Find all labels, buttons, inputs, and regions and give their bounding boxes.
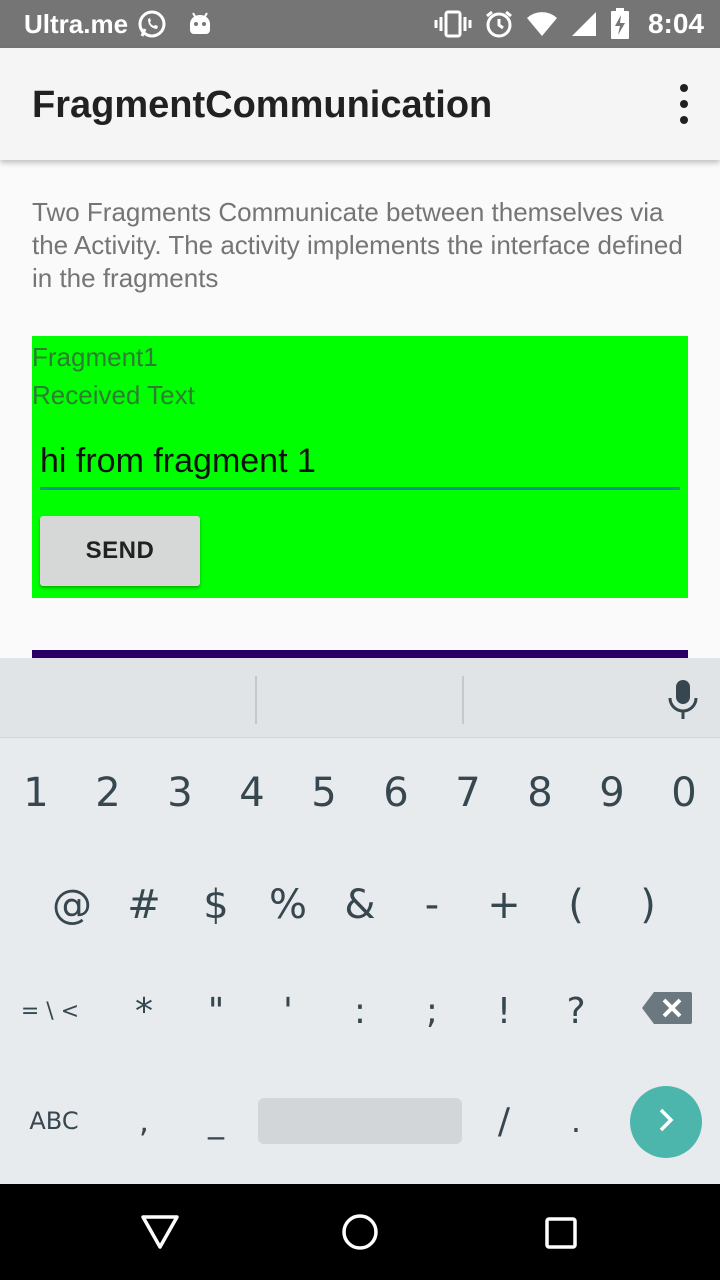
key-2[interactable]: 2 xyxy=(72,758,144,828)
key-1[interactable]: 1 xyxy=(0,758,72,828)
key-more-symbols[interactable]: = \ < xyxy=(14,976,86,1046)
vibrate-icon xyxy=(434,9,472,39)
signal-icon xyxy=(570,10,598,38)
key-single-quote[interactable]: ' xyxy=(252,976,324,1046)
key-close-paren[interactable]: ) xyxy=(612,870,684,940)
key-percent[interactable]: % xyxy=(252,870,324,940)
enter-button[interactable] xyxy=(630,1086,702,1158)
chevron-right-icon xyxy=(656,1107,676,1138)
whatsapp-icon xyxy=(136,8,168,40)
home-icon[interactable] xyxy=(340,1212,380,1257)
key-semicolon[interactable]: ; xyxy=(396,976,468,1046)
status-bar: Ultra.me 8:04 xyxy=(0,0,720,48)
key-abc[interactable]: ABC xyxy=(14,1086,94,1156)
suggestion-divider xyxy=(255,676,257,724)
suggestion-divider xyxy=(462,676,464,724)
key-comma[interactable]: , xyxy=(108,1086,180,1156)
more-vert-icon[interactable] xyxy=(676,84,692,124)
fragment1-title: Fragment1 xyxy=(32,342,158,372)
key-at[interactable]: @ xyxy=(36,870,108,940)
key-slash[interactable]: / xyxy=(468,1086,540,1156)
battery-charging-icon xyxy=(610,8,630,40)
key-colon[interactable]: : xyxy=(324,976,396,1046)
key-3[interactable]: 3 xyxy=(144,758,216,828)
status-right: 8:04 xyxy=(434,8,704,40)
key-5[interactable]: 5 xyxy=(288,758,360,828)
space-key[interactable] xyxy=(258,1098,462,1144)
navigation-bar xyxy=(0,1184,720,1280)
key-open-paren[interactable]: ( xyxy=(540,870,612,940)
description-text: Two Fragments Communicate between themse… xyxy=(32,197,683,293)
key-dollar[interactable]: $ xyxy=(180,870,252,940)
status-left: Ultra.me xyxy=(24,8,214,40)
soft-keyboard: 1 2 3 4 5 6 7 8 9 0 @ # $ % & - + ( ) = … xyxy=(0,658,720,1184)
back-icon[interactable] xyxy=(140,1214,180,1255)
key-plus[interactable]: + xyxy=(468,870,540,940)
key-6[interactable]: 6 xyxy=(360,758,432,828)
send-button[interactable]: SEND xyxy=(40,516,200,586)
recents-icon[interactable] xyxy=(544,1216,578,1255)
app-title: FragmentCommunication xyxy=(32,84,493,126)
clock: 8:04 xyxy=(647,8,704,39)
suggestion-strip xyxy=(0,658,720,738)
key-double-quote[interactable]: " xyxy=(180,976,252,1046)
mic-icon[interactable] xyxy=(666,678,700,725)
fragment1-container: Fragment1 Received Text SEND xyxy=(32,336,688,598)
received-text-label: Received Text xyxy=(32,380,195,410)
key-9[interactable]: 9 xyxy=(576,758,648,828)
key-8[interactable]: 8 xyxy=(504,758,576,828)
key-4[interactable]: 4 xyxy=(216,758,288,828)
message-input[interactable] xyxy=(40,436,680,490)
key-period[interactable]: . xyxy=(540,1086,612,1156)
key-7[interactable]: 7 xyxy=(432,758,504,828)
key-minus[interactable]: - xyxy=(396,870,468,940)
backspace-icon[interactable] xyxy=(640,990,694,1031)
app-bar: FragmentCommunication xyxy=(0,48,720,160)
carrier-name: Ultra.me xyxy=(24,8,129,39)
alarm-icon xyxy=(484,9,514,39)
key-question[interactable]: ? xyxy=(540,976,612,1046)
key-hash[interactable]: # xyxy=(108,870,180,940)
key-asterisk[interactable]: * xyxy=(108,976,180,1046)
key-underscore[interactable]: _ xyxy=(180,1086,252,1156)
wifi-icon xyxy=(526,10,558,38)
key-ampersand[interactable]: & xyxy=(324,870,396,940)
key-0[interactable]: 0 xyxy=(648,758,720,828)
android-icon xyxy=(186,10,214,38)
key-exclamation[interactable]: ! xyxy=(468,976,540,1046)
